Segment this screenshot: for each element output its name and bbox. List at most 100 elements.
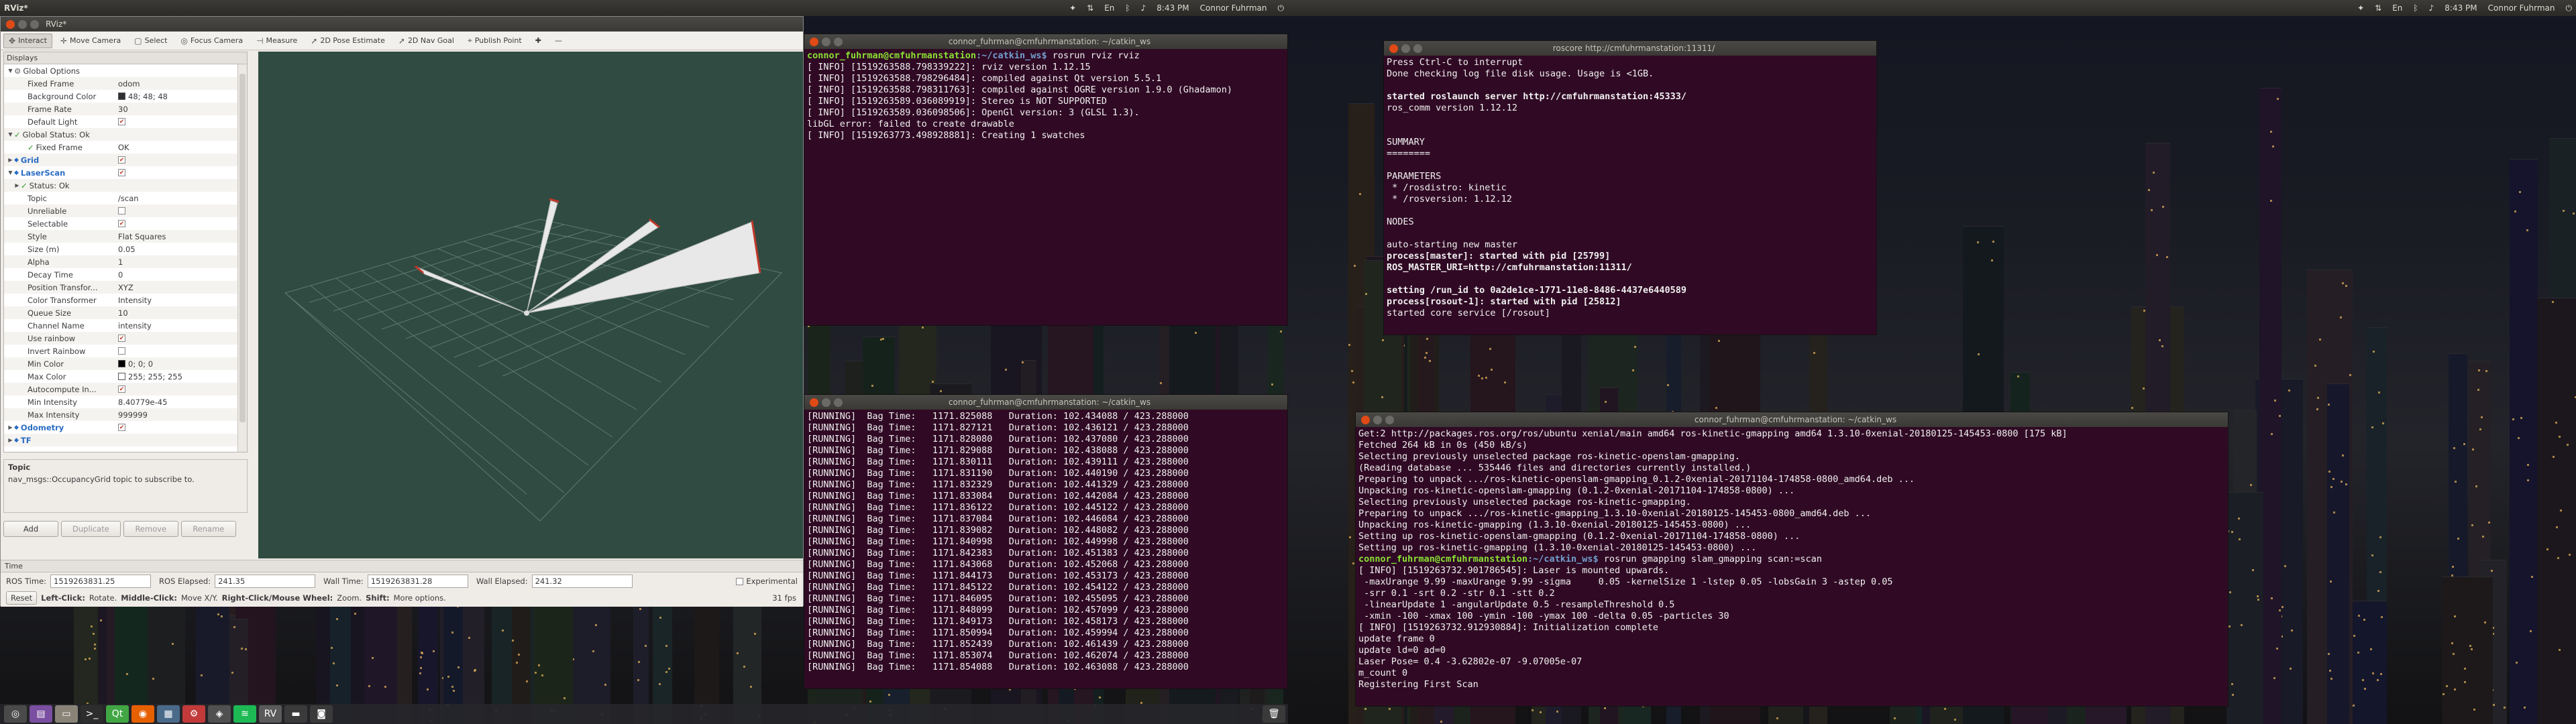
- expand-icon[interactable]: ▶: [13, 182, 21, 188]
- minimize-icon[interactable]: [18, 19, 27, 29]
- display-row[interactable]: Frame Rate 30: [4, 103, 237, 115]
- wall-time-field[interactable]: 1519263831.28: [367, 575, 468, 588]
- checkbox[interactable]: [118, 207, 125, 215]
- color-swatch[interactable]: [118, 360, 125, 367]
- display-row[interactable]: Decay Time 0: [4, 268, 237, 281]
- display-row[interactable]: Color Transformer Intensity: [4, 294, 237, 306]
- display-row[interactable]: Min Color 0; 0; 0: [4, 357, 237, 370]
- property-value[interactable]: 0: [118, 270, 123, 280]
- bluetooth-icon[interactable]: ᛒ: [1125, 3, 1130, 13]
- dropbox-icon[interactable]: ✦: [2357, 3, 2364, 13]
- display-row[interactable]: Style Flat Squares: [4, 230, 237, 243]
- display-row[interactable]: Max Intensity 999999: [4, 408, 237, 421]
- tool-2d-nav-goal[interactable]: ➚ 2D Nav Goal: [393, 34, 460, 48]
- plus-icon[interactable]: ✚: [530, 34, 547, 48]
- close-icon[interactable]: [6, 19, 15, 29]
- property-value[interactable]: 10: [118, 308, 128, 318]
- bluetooth-icon[interactable]: ᛒ: [2413, 3, 2418, 13]
- display-row[interactable]: Position Transfor... XYZ: [4, 281, 237, 294]
- display-row[interactable]: ✓ Fixed Frame OK: [4, 141, 237, 154]
- terminal-output[interactable]: Get:2 http://packages.ros.org/ros/ubuntu…: [1356, 427, 2228, 692]
- firefox-icon[interactable]: ◉: [131, 705, 154, 723]
- terminal-roscore[interactable]: roscore http://cmfuhrmanstation:11311/ P…: [1383, 40, 1877, 335]
- clock-left[interactable]: 8:43 PM: [1157, 3, 1189, 13]
- minus-icon[interactable]: —: [549, 34, 568, 48]
- display-row[interactable]: ▼ ✓ Global Status: Ok: [4, 128, 237, 141]
- display-row[interactable]: ▼ ⚙ Global Options: [4, 64, 237, 77]
- property-value[interactable]: intensity: [118, 321, 152, 330]
- minimize-icon[interactable]: [822, 398, 830, 407]
- display-row[interactable]: Background Color 48; 48; 48: [4, 90, 237, 103]
- 3d-view[interactable]: [258, 52, 803, 558]
- rviz-icon[interactable]: RV: [259, 705, 282, 723]
- reset-button[interactable]: Reset: [6, 591, 38, 605]
- checkbox[interactable]: ✔: [118, 424, 125, 431]
- ros-time-field[interactable]: 1519263831.25: [50, 575, 152, 588]
- checkbox[interactable]: ✔: [118, 156, 125, 164]
- close-icon[interactable]: [1361, 415, 1370, 424]
- checkbox[interactable]: ✔: [118, 220, 125, 227]
- folder-icon[interactable]: ▭: [55, 705, 78, 723]
- checkbox[interactable]: ✔: [118, 335, 125, 342]
- tool-interact[interactable]: ✥ Interact: [3, 33, 52, 48]
- volume-icon[interactable]: ♪: [1141, 3, 1146, 13]
- terminal2-icon[interactable]: ▬: [284, 705, 307, 723]
- display-row[interactable]: Channel Name intensity: [4, 319, 237, 332]
- user-name-left[interactable]: Connor Fuhrman: [1200, 3, 1267, 13]
- display-row[interactable]: Alpha 1: [4, 255, 237, 268]
- close-icon[interactable]: [810, 37, 818, 46]
- maximize-icon[interactable]: [1413, 44, 1422, 53]
- tool-measure[interactable]: ⊣ Measure: [251, 34, 303, 48]
- 3d-scene[interactable]: [258, 52, 803, 558]
- close-icon[interactable]: [810, 398, 818, 407]
- property-value[interactable]: 48; 48; 48: [128, 92, 168, 101]
- terminal-gmapping[interactable]: connor_fuhrman@cmfuhrmanstation: ~/catki…: [1355, 412, 2229, 707]
- ros-elapsed-field[interactable]: 241.35: [215, 575, 316, 588]
- property-value[interactable]: Intensity: [118, 296, 152, 305]
- qt-icon[interactable]: Qt: [106, 705, 129, 723]
- tool-select[interactable]: ▢ Select: [129, 34, 172, 48]
- scrollbar-thumb[interactable]: [239, 74, 246, 422]
- terminal-titlebar[interactable]: connor_fuhrman@cmfuhrmanstation: ~/catki…: [804, 395, 1287, 410]
- property-value[interactable]: OK: [118, 143, 129, 152]
- color-swatch[interactable]: [118, 93, 125, 100]
- checkbox[interactable]: ✔: [118, 118, 125, 125]
- terminal-output[interactable]: Press Ctrl-C to interrupt Done checking …: [1384, 56, 1876, 320]
- display-row[interactable]: Queue Size 10: [4, 306, 237, 319]
- property-value[interactable]: 0; 0; 0: [128, 359, 153, 369]
- minimize-icon[interactable]: [1373, 415, 1382, 424]
- display-row[interactable]: ▶ ◆ TF: [4, 434, 237, 446]
- add-button[interactable]: Add: [3, 521, 58, 537]
- property-value[interactable]: 0.05: [118, 245, 136, 254]
- files-icon[interactable]: ▤: [30, 705, 52, 723]
- expand-icon[interactable]: ▶: [7, 437, 14, 443]
- terminal-rosbag[interactable]: connor_fuhrman@cmfuhrmanstation: ~/catki…: [804, 394, 1288, 689]
- power-icon[interactable]: ⏻: [2566, 3, 2573, 13]
- property-value[interactable]: 8.40779e-45: [118, 398, 167, 407]
- display-row[interactable]: Max Color 255; 255; 255: [4, 370, 237, 383]
- power-icon[interactable]: ⏻: [1278, 3, 1285, 13]
- remove-button[interactable]: Remove: [123, 521, 178, 537]
- rviz-titlebar[interactable]: RViz*: [1, 17, 803, 32]
- minimize-icon[interactable]: [1401, 44, 1410, 53]
- color-swatch[interactable]: [118, 373, 125, 380]
- keyboard-icon[interactable]: En: [1104, 3, 1114, 13]
- terminal-output[interactable]: connor_fuhrman@cmfuhrmanstation:~/catkin…: [804, 49, 1287, 143]
- maximize-icon[interactable]: [1385, 415, 1394, 424]
- tool-move-camera[interactable]: ✛ Move Camera: [55, 34, 126, 48]
- trash-icon[interactable]: 🗑: [1263, 705, 1285, 723]
- expand-icon[interactable]: ▶: [7, 424, 14, 430]
- display-row[interactable]: Topic/scan: [4, 192, 237, 204]
- display-row[interactable]: Autocompute In... ✔: [4, 383, 237, 396]
- network-icon[interactable]: ⇅: [1087, 3, 1093, 13]
- checkbox[interactable]: ✔: [118, 385, 125, 393]
- maximize-icon[interactable]: [834, 398, 843, 407]
- display-row[interactable]: ▼ ◆ LaserScan ✔: [4, 166, 237, 179]
- terminal-rviz[interactable]: connor_fuhrman@cmfuhrmanstation: ~/catki…: [804, 34, 1288, 326]
- display-row[interactable]: Fixed Frame odom: [4, 77, 237, 90]
- camera-icon[interactable]: ◙: [310, 705, 333, 723]
- spotify-icon[interactable]: ≋: [233, 705, 256, 723]
- display-row[interactable]: Size (m) 0.05: [4, 243, 237, 255]
- experimental-checkbox[interactable]: [736, 577, 744, 585]
- checkbox[interactable]: [118, 347, 125, 355]
